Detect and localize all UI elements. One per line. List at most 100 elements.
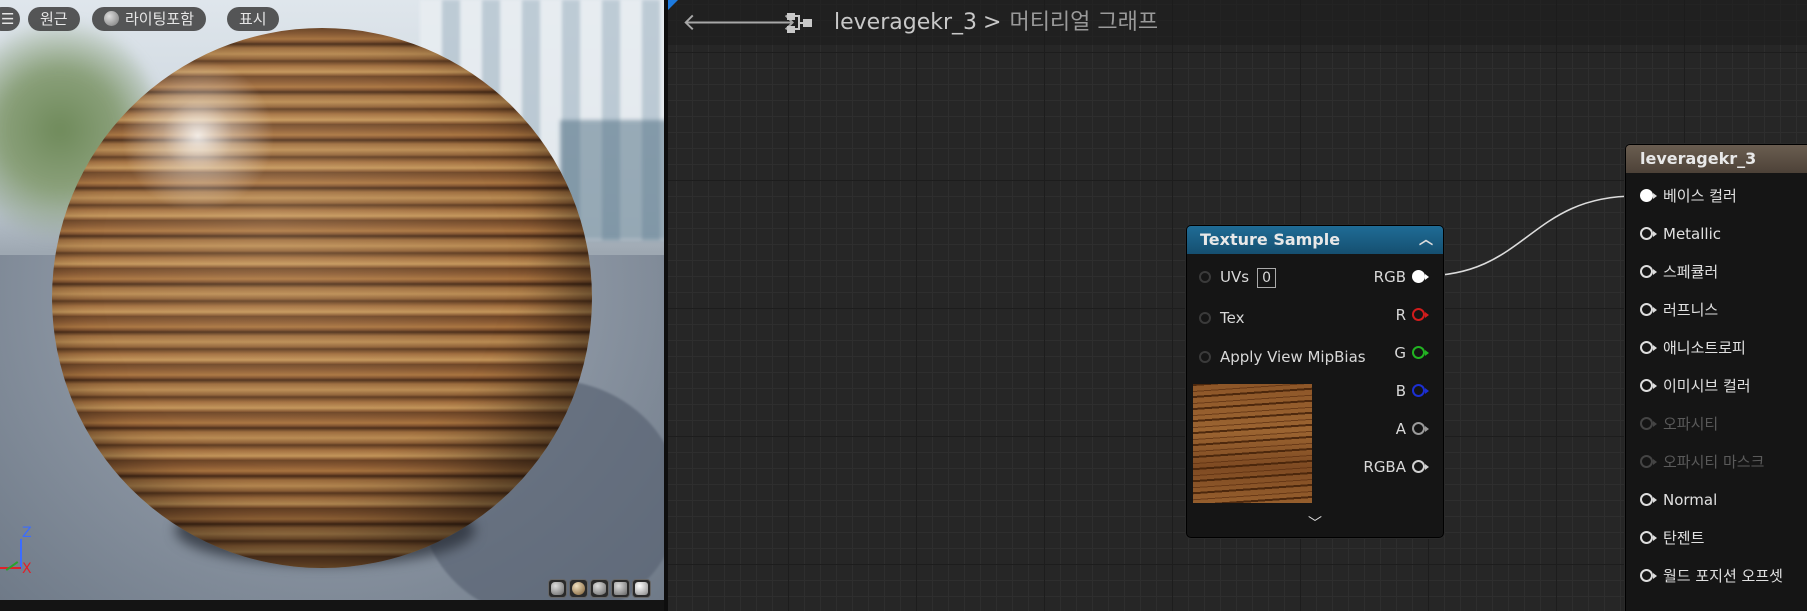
output-pin-icon[interactable]: [1412, 460, 1429, 473]
input-pin-icon[interactable]: [1199, 312, 1211, 324]
pin-label: 탄젠트: [1663, 529, 1705, 547]
emissive-color-pin[interactable]: 이미시브 컬러: [1640, 376, 1751, 396]
pin-label: 스페큘러: [1663, 263, 1719, 281]
cube-preview-button[interactable]: [611, 579, 630, 598]
expand-chevron-icon[interactable]: ﹀: [1187, 513, 1443, 533]
base-color-pin[interactable]: 베이스 컬러: [1640, 186, 1737, 206]
cylinder-icon: [551, 582, 564, 595]
pin-label: R: [1395, 306, 1406, 324]
pin-label: G: [1394, 344, 1406, 362]
show-flags-label: 표시: [239, 10, 267, 28]
rgba-output-pin[interactable]: RGBA: [1363, 457, 1429, 477]
pin-label: 베이스 컬러: [1663, 187, 1737, 205]
input-pin-icon[interactable]: [1199, 271, 1211, 283]
teapot-preview-button[interactable]: [632, 579, 651, 598]
plane-preview-button[interactable]: [590, 579, 609, 598]
lighting-mode-button[interactable]: 라이팅포함: [92, 7, 207, 31]
pin-label: Tex: [1220, 309, 1245, 327]
lit-sphere-icon: [104, 11, 119, 26]
lighting-mode-label: 라이팅포함: [125, 10, 195, 28]
cube-icon: [614, 582, 627, 595]
roughness-pin[interactable]: 러프니스: [1640, 300, 1718, 320]
view-mode-button[interactable]: 원근: [28, 7, 80, 31]
specular-pin[interactable]: 스페큘러: [1640, 262, 1718, 282]
a-output-pin[interactable]: A: [1395, 419, 1429, 439]
view-mode-label: 원근: [40, 10, 68, 28]
metallic-pin[interactable]: Metallic: [1640, 224, 1721, 244]
texture-sample-node[interactable]: Texture Sample ︿ UVs 0 Tex Apply View Mip…: [1186, 225, 1444, 538]
teapot-icon: [635, 582, 648, 595]
pin-label: Apply View MipBias: [1220, 348, 1366, 366]
input-pin-icon[interactable]: [1640, 379, 1657, 392]
breadcrumb-separator: >: [983, 10, 1002, 35]
material-preview-viewport[interactable]: ☰ 원근 라이팅포함 표시 Z X: [0, 0, 664, 600]
preview-sphere[interactable]: [52, 28, 592, 568]
pin-label: 오파시티 마스크: [1663, 453, 1765, 471]
axis-x-label: X: [22, 561, 32, 577]
input-pin-icon[interactable]: [1640, 227, 1657, 240]
world-position-offset-pin[interactable]: 월드 포지션 오프셋: [1640, 566, 1783, 586]
texture-preview-thumbnail[interactable]: [1193, 384, 1312, 503]
pin-label: 월드 포지션 오프셋: [1663, 567, 1783, 585]
breadcrumb: leveragekr_3 > 머티리얼 그래프: [834, 8, 1158, 38]
material-graph-icon[interactable]: [786, 11, 814, 35]
pin-label: UVs: [1220, 268, 1250, 286]
pin-label: A: [1395, 420, 1406, 438]
show-flags-button[interactable]: 표시: [227, 7, 279, 31]
pin-label: RGBA: [1363, 458, 1406, 476]
sphere-preview-button[interactable]: [569, 579, 588, 598]
uvs-value-field[interactable]: 0: [1257, 268, 1276, 288]
pin-label: 애니소트로피: [1663, 339, 1746, 357]
input-pin-icon[interactable]: [1199, 351, 1211, 363]
output-pin-icon[interactable]: [1412, 270, 1429, 283]
hamburger-icon: ☰: [1, 10, 15, 28]
normal-pin[interactable]: Normal: [1640, 490, 1717, 510]
pin-label: 러프니스: [1663, 301, 1719, 319]
pin-label: Normal: [1663, 491, 1718, 509]
b-output-pin[interactable]: B: [1395, 381, 1429, 401]
opacity-pin: 오파시티: [1640, 414, 1718, 434]
material-result-node[interactable]: leveragekr_3 베이스 컬러 Metallic 스페큘러 러프니스 애…: [1625, 144, 1807, 611]
opacity-mask-pin: 오파시티 마스크: [1640, 452, 1764, 472]
axis-y-line: [5, 561, 19, 571]
material-graph-canvas[interactable]: 🡐 🡒 leveragekr_3 > 머티리얼 그래프 Texture Sample…: [668, 0, 1807, 611]
input-pin-icon[interactable]: [1640, 531, 1657, 544]
input-pin-icon[interactable]: [1640, 493, 1657, 506]
output-pin-icon[interactable]: [1412, 346, 1429, 359]
collapse-chevron-icon[interactable]: ︿: [1419, 226, 1433, 254]
graph-toolbar: 🡐 🡒 leveragekr_3 > 머티리얼 그래프: [668, 0, 1807, 45]
input-pin-icon[interactable]: [1640, 265, 1657, 278]
input-pin-icon[interactable]: [1640, 303, 1657, 316]
cylinder-preview-button[interactable]: [548, 579, 567, 598]
input-pin-icon: [1640, 417, 1657, 430]
node-title: leveragekr_3: [1640, 149, 1757, 168]
apply-view-mipbias-input-pin[interactable]: Apply View MipBias: [1199, 347, 1366, 367]
result-node-header[interactable]: leveragekr_3: [1626, 145, 1807, 173]
preview-shape-bar: [548, 579, 651, 598]
axis-gizmo: Z X: [0, 525, 50, 585]
uvs-input-pin[interactable]: UVs 0: [1199, 267, 1276, 288]
plane-icon: [593, 582, 606, 595]
r-output-pin[interactable]: R: [1395, 305, 1429, 325]
anisotropy-pin[interactable]: 애니소트로피: [1640, 338, 1746, 358]
output-pin-icon[interactable]: [1412, 384, 1429, 397]
tex-input-pin[interactable]: Tex: [1199, 308, 1244, 328]
output-pin-icon[interactable]: [1412, 308, 1429, 321]
sphere-icon: [572, 582, 585, 595]
output-pin-icon[interactable]: [1412, 422, 1429, 435]
rgb-output-pin[interactable]: RGB: [1374, 267, 1429, 287]
rgb-to-base-color-wire: [1421, 195, 1637, 277]
input-pin-icon[interactable]: [1640, 569, 1657, 582]
input-pin-icon[interactable]: [1640, 189, 1657, 202]
viewport-menu-button[interactable]: ☰: [0, 7, 20, 31]
breadcrumb-current: 머티리얼 그래프: [1009, 10, 1159, 35]
breadcrumb-asset[interactable]: leveragekr_3: [834, 10, 977, 35]
input-pin-icon[interactable]: [1640, 341, 1657, 354]
g-output-pin[interactable]: G: [1394, 343, 1429, 363]
pin-label: B: [1395, 382, 1406, 400]
texture-sample-header[interactable]: Texture Sample ︿: [1187, 226, 1443, 254]
input-pin-icon: [1640, 455, 1657, 468]
pin-label: Metallic: [1663, 225, 1721, 243]
tangent-pin[interactable]: 탄젠트: [1640, 528, 1704, 548]
viewport-bottom-bar: [0, 600, 664, 611]
